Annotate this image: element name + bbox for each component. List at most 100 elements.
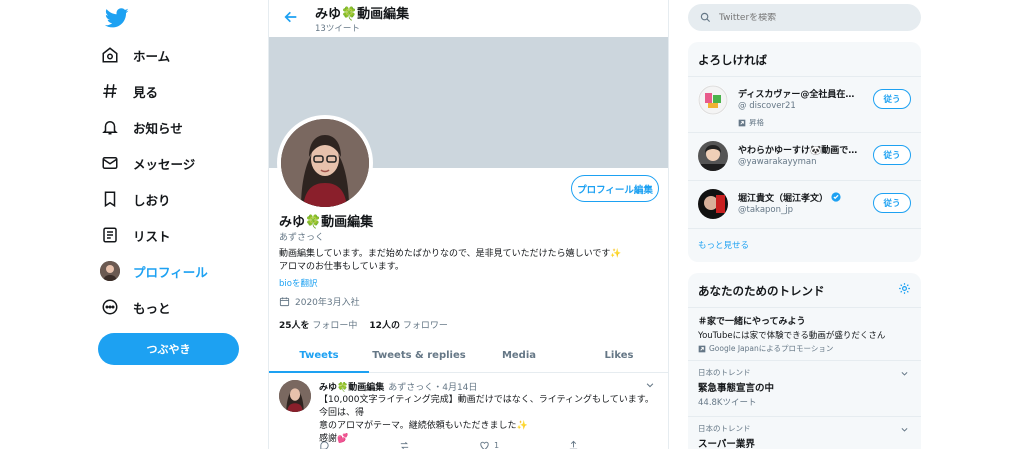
user-avatar[interactable] [698,141,728,171]
tweet-item[interactable]: みゆ🍀動画編集 あずさっく・4月14日 【10,000文字ライティング完成】動画… [269,374,668,449]
trends-title: あなたのためのトレンド [698,284,825,298]
tweet-text: 【10,000文字ライティング完成】動画だけではなく、ライティングもしています。… [319,394,659,446]
trends-card: あなたのためのトレンド ＃家で一緒にやってみよう YouTubeには家で体験でき… [688,273,921,449]
trend-name: スーパー業界 [698,439,755,449]
trend-item[interactable]: 日本のトレンド スーパー業界 [688,416,921,449]
calendar-icon [279,297,290,307]
who-to-follow-card: よろしければ ディスカヴァー@全社員在宅... @ discover21 昇格 … [688,42,921,262]
nav-item-notifications[interactable]: お知らせ [100,111,183,143]
nav-item-more[interactable]: もっと [100,291,171,323]
left-sidebar: ホーム 見る お知らせ メッセージ しおり リスト プロフィール もっと つぶや… [90,0,268,449]
nav-label: 見る [133,84,159,100]
nav-label: ホーム [133,48,171,64]
twitter-profile-page: ホーム 見る お知らせ メッセージ しおり リスト プロフィール もっと つぶや… [0,0,1024,449]
trend-category: 日本のトレンド [698,424,751,433]
tab-media[interactable]: Media [469,338,569,372]
profile-avatar[interactable] [277,115,373,211]
suggested-user[interactable]: ディスカヴァー@全社員在宅... @ discover21 昇格 従う [688,76,921,132]
user-avatar[interactable] [698,189,728,219]
nav-item-lists[interactable]: リスト [100,219,171,251]
profile-tabs: Tweets Tweets & replies Media Likes [269,338,668,373]
show-more-link[interactable]: もっと見せる [688,228,921,260]
hashtag-icon [100,81,120,101]
like-count: 1 [493,441,500,449]
chevron-down-icon[interactable] [645,380,655,390]
promoted-icon [738,119,746,126]
bio-line: 動画編集しています。まだ始めたばかりなので、是非見ていただけたら嬉しいです✨ [279,249,622,259]
profile-handle: あずさっく [279,233,325,243]
followers-label: フォロワー [402,321,448,331]
joined-date: 2020年3月入社 [279,295,360,308]
trend-name: 緊急事態宣言の中 [698,383,775,394]
user-handle: @takapon_jp [738,205,794,215]
like-button[interactable]: 1 [479,440,499,449]
tweet-author-name[interactable]: みゆ🍀動画編集 [319,380,384,393]
mail-icon [100,153,120,173]
trend-name: ＃家で一緒にやってみよう [698,317,806,327]
promoted-text: 昇格 [749,118,764,127]
nav-item-explore[interactable]: 見る [100,75,158,107]
gear-icon[interactable] [898,282,911,295]
tab-tweets-replies[interactable]: Tweets & replies [369,338,469,372]
suggested-user[interactable]: 堀江貴文（堀江孝文） @takapon_jp 従う [688,180,921,228]
trend-item[interactable]: 日本のトレンド 緊急事態宣言の中 44.8Kツイート [688,360,921,416]
nav-item-bookmarks[interactable]: しおり [100,183,171,215]
chevron-down-icon[interactable] [900,425,909,434]
followers-count: 12人の [369,321,400,331]
trend-promo-text: Google Japanによるプロモーション [709,344,834,353]
trend-promo: Google Japanによるプロモーション [698,343,911,354]
more-circle-icon [100,297,120,317]
nav-label: しおり [133,192,171,208]
promoted-icon [698,345,706,352]
nav-label: リスト [133,228,171,244]
suggested-user[interactable]: やわらかゆーすけ🐼動画で人... @yawarakayyman 従う [688,132,921,180]
tweet-avatar[interactable] [279,380,311,412]
heart-icon [480,441,489,449]
chevron-down-icon[interactable] [900,369,909,378]
following-link[interactable]: 25人を フォロー中 [279,318,357,331]
tweet-actions: 1 [319,440,579,449]
back-arrow-icon[interactable] [283,9,299,25]
avatar [100,261,120,281]
tweet-handle-date: あずさっく・4月14日 [388,383,478,393]
profile-bio: 動画編集しています。まだ始めたばかりなので、是非見ていただけたら嬉しいです✨ ア… [279,248,659,274]
header-tweet-count: 13ツイート [315,24,360,34]
share-icon[interactable] [568,440,579,449]
tweet-button[interactable]: つぶやき [98,333,239,365]
user-avatar[interactable] [698,85,728,115]
followers-link[interactable]: 12人の フォロワー [369,318,447,331]
twitter-logo-icon[interactable] [104,6,130,30]
search-box[interactable] [688,4,921,31]
follow-button[interactable]: 従う [873,145,911,165]
edit-profile-button[interactable]: プロフィール編集 [571,175,659,202]
nav-item-home[interactable]: ホーム [100,39,170,71]
nav-label: メッセージ [133,156,196,172]
trends-title-row: あなたのためのトレンド [688,273,921,307]
nav-label: もっと [133,300,171,316]
profile-header-bar: みゆ🍀動画編集 13ツイート [269,0,668,37]
trend-category: 日本のトレンド [698,368,751,377]
user-name-text: 堀江貴文（堀江孝文） [738,194,829,204]
list-icon [100,225,120,245]
nav-label: お知らせ [133,120,183,136]
follow-button[interactable]: 従う [873,193,911,213]
profile-main-column: みゆ🍀動画編集 13ツイート プロフィール編集 みゆ🍀動画編集 あずさっく 動画… [268,0,669,449]
trend-item-promoted[interactable]: ＃家で一緒にやってみよう YouTubeには家で体験できる動画が盛りだくさん G… [688,307,921,360]
bookmark-icon [100,189,120,209]
follow-stats: 25人を フォロー中 12人の フォロワー [279,318,448,331]
nav-label: プロフィール [133,264,208,280]
tab-tweets[interactable]: Tweets [269,338,369,373]
nav-item-profile[interactable]: プロフィール [100,255,208,287]
profile-name: みゆ🍀動画編集 [279,215,374,230]
search-input[interactable] [719,12,909,23]
nav-item-messages[interactable]: メッセージ [100,147,195,179]
user-name: 堀江貴文（堀江孝文） [738,191,863,204]
reply-icon[interactable] [319,440,330,449]
translate-bio-link[interactable]: bioを翻訳 [279,277,317,289]
follow-button[interactable]: 従う [873,89,911,109]
user-handle: @yawarakayyman [738,157,817,167]
retweet-icon[interactable] [399,440,410,449]
user-name: ディスカヴァー@全社員在宅... [738,90,863,100]
tab-likes[interactable]: Likes [569,338,668,372]
trend-tweet-count: 44.8Kツイート [698,398,757,408]
